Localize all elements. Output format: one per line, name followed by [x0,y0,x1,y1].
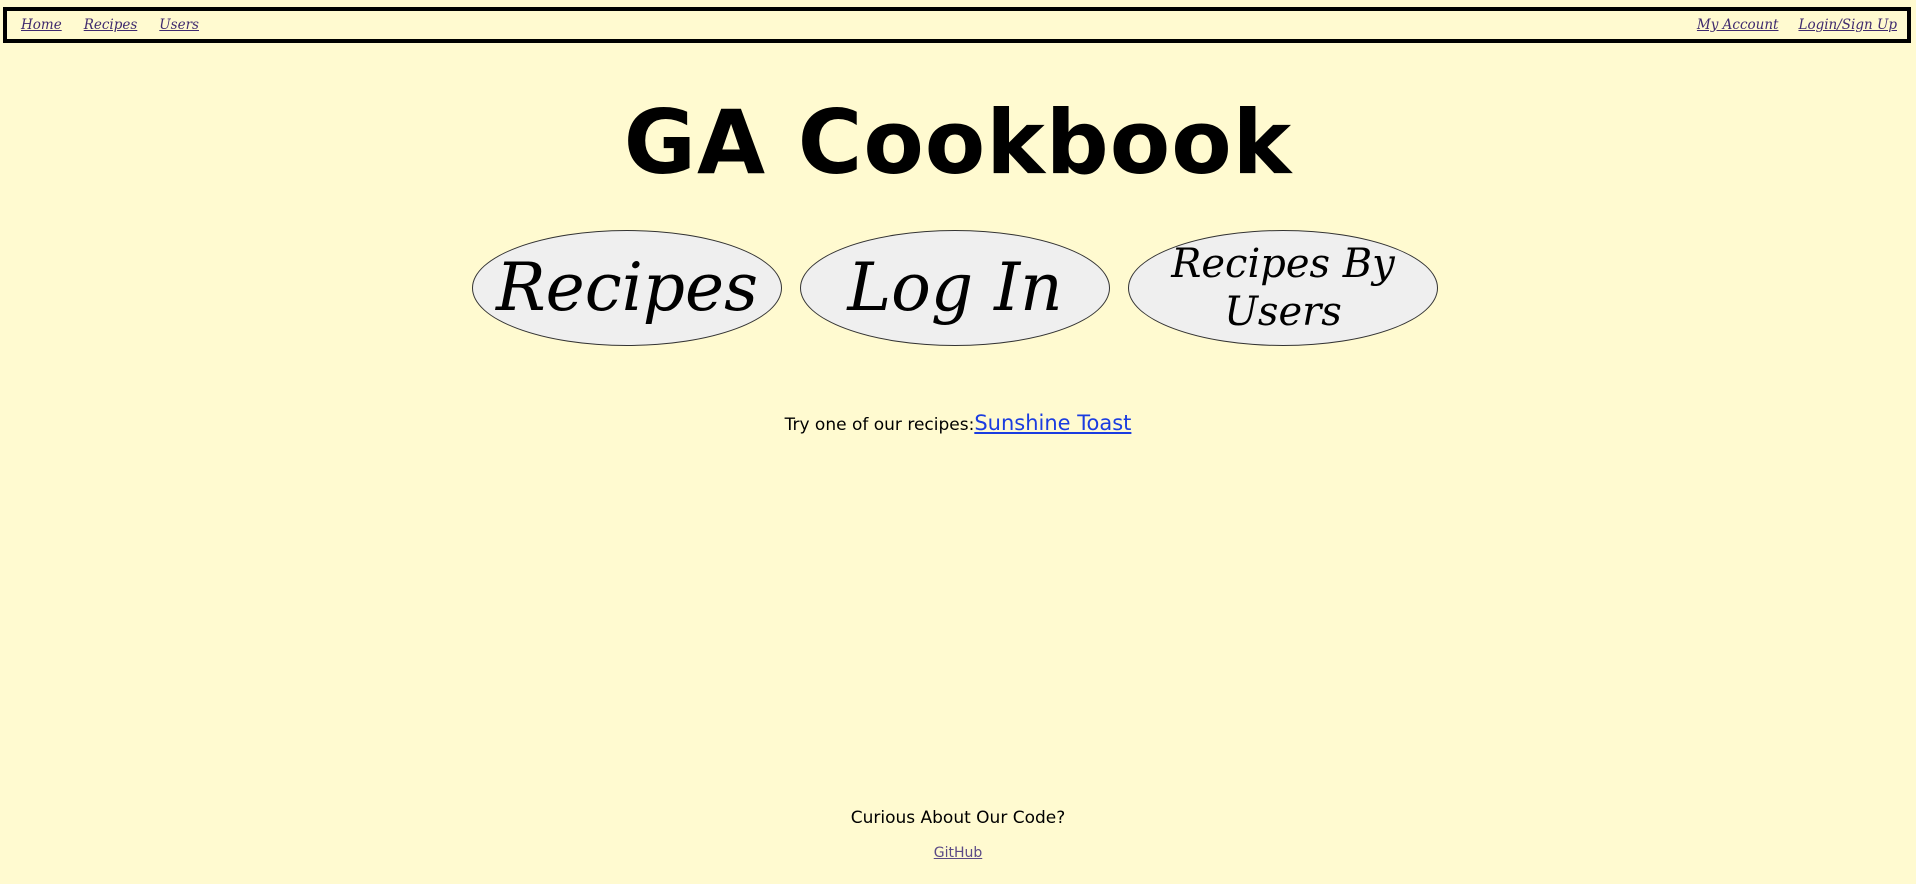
top-navbar: Home Recipes Users My Account Login/Sign… [3,7,1911,43]
featured-recipe-link[interactable]: Sunshine Toast [974,411,1131,435]
nav-link-users[interactable]: Users [159,17,199,33]
recipes-by-users-button[interactable]: Recipes By Users [1128,230,1438,346]
nav-link-home[interactable]: Home [21,17,62,33]
page-title: GA Cookbook [623,91,1293,194]
login-button[interactable]: Log In [800,230,1110,346]
nav-link-login-signup[interactable]: Login/Sign Up [1798,17,1897,33]
footer-link-row: GitHub [0,843,1916,863]
nav-link-my-account[interactable]: My Account [1697,17,1779,33]
featured-recipe-line: Try one of our recipes:Sunshine Toast [0,408,1916,440]
github-link[interactable]: GitHub [934,845,983,861]
nav-link-recipes[interactable]: Recipes [84,17,138,33]
footer-question: Curious About Our Code? [850,808,1066,828]
nav-right-group: My Account Login/Sign Up [1677,11,1897,39]
main-action-buttons: Recipes Log In Recipes By Users [472,230,1438,346]
featured-recipe-prefix: Try one of our recipes: [784,415,975,435]
recipes-button[interactable]: Recipes [472,230,782,346]
nav-left-group: Home Recipes Users [21,11,221,39]
